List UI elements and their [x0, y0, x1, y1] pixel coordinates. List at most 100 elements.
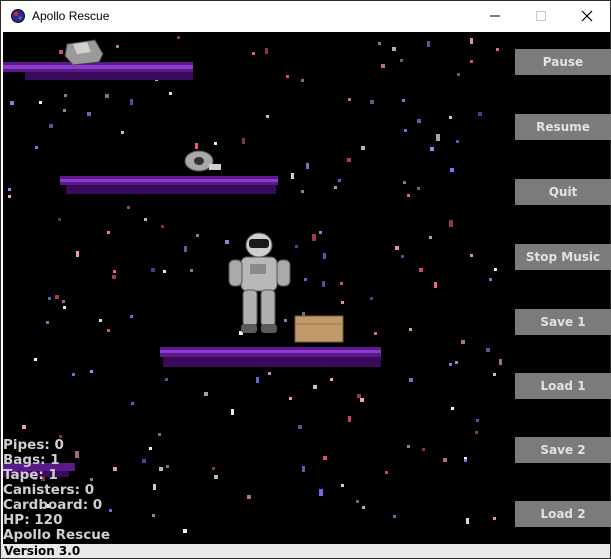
star — [356, 500, 359, 503]
star — [381, 64, 385, 68]
star — [64, 94, 67, 97]
star — [470, 38, 473, 44]
star — [59, 50, 63, 54]
astronaut-player — [228, 232, 291, 333]
close-button[interactable] — [564, 1, 610, 31]
star — [494, 268, 497, 271]
star — [429, 236, 432, 239]
star — [183, 529, 187, 533]
star — [443, 458, 447, 462]
star — [153, 484, 156, 490]
star — [496, 48, 499, 51]
star — [90, 370, 93, 373]
star — [76, 251, 79, 257]
app-planet-icon — [11, 9, 25, 23]
star — [334, 186, 337, 189]
star — [392, 47, 396, 51]
star — [62, 300, 65, 303]
star — [112, 275, 116, 279]
star — [8, 195, 11, 198]
bags-count: Bags: 1 — [3, 452, 60, 468]
star — [22, 425, 26, 429]
save-1-button[interactable]: Save 1 — [515, 309, 611, 335]
star — [430, 147, 434, 151]
star — [323, 456, 327, 460]
star — [8, 188, 11, 191]
star — [378, 42, 381, 45]
window-title: Apollo Rescue — [32, 9, 110, 23]
platform-top-left — [3, 62, 193, 80]
star — [330, 378, 333, 381]
star — [457, 73, 460, 76]
star — [87, 112, 91, 116]
star — [190, 269, 193, 272]
star — [195, 143, 198, 149]
star — [401, 255, 404, 258]
maximize-icon — [536, 11, 546, 21]
star — [402, 99, 405, 102]
star — [34, 358, 37, 361]
star — [475, 431, 478, 434]
star — [72, 373, 75, 376]
star — [35, 146, 38, 149]
star — [214, 142, 217, 145]
star — [306, 163, 309, 169]
star — [284, 319, 287, 322]
star — [149, 447, 152, 450]
star — [144, 218, 147, 221]
star — [301, 190, 304, 193]
pause-button[interactable]: Pause — [515, 49, 611, 75]
star — [347, 158, 351, 162]
minimize-button[interactable] — [472, 1, 518, 31]
tape-count: Tape: 1 — [3, 467, 58, 483]
star — [407, 194, 410, 197]
star — [49, 124, 53, 128]
load-1-button[interactable]: Load 1 — [515, 373, 611, 399]
star — [456, 140, 459, 143]
star — [184, 246, 187, 252]
star — [286, 75, 289, 78]
star — [107, 231, 110, 234]
star — [374, 332, 377, 335]
status-bar: Version 3.0 — [1, 544, 610, 558]
star — [204, 392, 208, 396]
star — [499, 359, 502, 365]
star — [289, 397, 292, 400]
star — [158, 433, 161, 436]
star — [348, 416, 351, 422]
star — [357, 394, 361, 398]
star — [130, 99, 133, 105]
star — [404, 129, 407, 132]
resume-button[interactable]: Resume — [515, 114, 611, 140]
pipes-count: Pipes: 0 — [3, 437, 64, 453]
star — [427, 41, 430, 47]
save-2-button[interactable]: Save 2 — [515, 437, 611, 463]
star — [348, 98, 351, 101]
star — [407, 445, 410, 448]
star — [256, 377, 259, 383]
star — [403, 181, 406, 184]
minimize-icon — [490, 15, 500, 17]
star — [470, 254, 473, 257]
title-bar[interactable]: Apollo Rescue — [1, 1, 610, 31]
star — [39, 101, 42, 104]
quit-button[interactable]: Quit — [515, 179, 611, 205]
star — [417, 119, 421, 123]
star — [450, 168, 454, 172]
stop-music-button[interactable]: Stop Music — [515, 244, 611, 270]
load-2-button[interactable]: Load 2 — [515, 501, 611, 527]
app-window: Apollo Rescue Pipes: 0 Bags: 1 Tape: 1 C… — [0, 0, 611, 559]
star — [422, 448, 425, 451]
star — [169, 92, 172, 95]
star — [322, 281, 325, 287]
star — [341, 301, 344, 304]
star — [361, 146, 365, 150]
star — [265, 48, 268, 54]
maximize-button[interactable] — [518, 1, 564, 31]
star — [323, 253, 326, 259]
star — [161, 225, 164, 228]
star — [385, 471, 388, 474]
star — [247, 495, 251, 499]
star — [400, 59, 403, 62]
star — [393, 515, 396, 518]
